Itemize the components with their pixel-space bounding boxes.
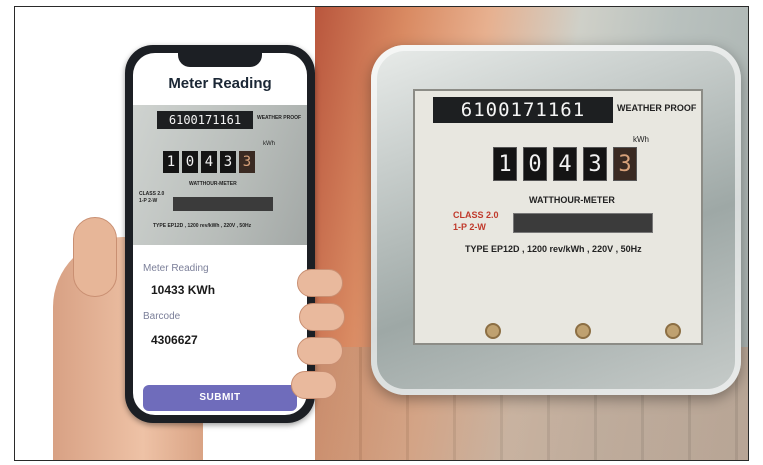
preview-digit: 1	[163, 151, 179, 173]
preview-class: CLASS 2.0 1-P 2-W	[139, 191, 165, 204]
preview-meter-name: WATTHOUR-METER	[189, 181, 237, 187]
page-title: Meter Reading	[168, 75, 272, 92]
screw-icon	[665, 323, 681, 339]
class-line: 1-P 2-W	[453, 222, 486, 232]
counter-digit: 3	[613, 147, 637, 181]
preview-digit: 3	[220, 151, 236, 173]
thumb	[73, 217, 117, 297]
submit-button[interactable]: SUBMIT	[143, 385, 297, 411]
preview-digit: 0	[182, 151, 198, 173]
meter-class: CLASS 2.0 1-P 2-W	[453, 209, 499, 233]
preview-digit: 3	[239, 151, 255, 173]
preview-serial: 6100171161	[157, 111, 253, 129]
preview-disk-window	[173, 197, 273, 211]
counter-digit: 1	[493, 147, 517, 181]
finger	[297, 269, 343, 297]
preview-counter: 1 0 4 3 3	[163, 151, 255, 173]
meter-reading-label: Meter Reading	[143, 263, 209, 274]
illustration-frame: 6100171161 WEATHER PROOF kWh 1 0 4 3 3 W…	[14, 6, 749, 461]
counter-digit: 0	[523, 147, 547, 181]
camera-preview: 6100171161 WEATHER PROOF kWh 1 0 4 3 3 W…	[133, 105, 307, 245]
meter-disk-window	[513, 213, 653, 233]
meter-serial: 6100171161	[433, 97, 613, 123]
counter-digit: 3	[583, 147, 607, 181]
meter-name: WATTHOUR-METER	[529, 195, 615, 205]
meter-type: TYPE EP12D , 1200 rev/kWh , 220V , 50Hz	[465, 244, 642, 254]
meter-reading-value: 10433 KWh	[151, 283, 216, 297]
weather-proof-label: WEATHER PROOF	[617, 103, 697, 113]
screw-icon	[485, 323, 501, 339]
finger	[299, 303, 345, 331]
meter-counter: 1 0 4 3 3	[493, 147, 637, 183]
preview-type: TYPE EP12D , 1200 rev/kWh , 220V , 50Hz	[153, 223, 252, 229]
phone-screen: Meter Reading 6100171161 WEATHER PROOF k…	[133, 53, 307, 415]
finger	[291, 371, 337, 399]
kwh-label: kWh	[633, 135, 649, 144]
finger	[297, 337, 343, 365]
preview-weather-proof: WEATHER PROOF	[257, 115, 302, 121]
smartphone: Meter Reading 6100171161 WEATHER PROOF k…	[125, 45, 315, 423]
preview-kwh-label: kWh	[263, 141, 275, 147]
barcode-value: 4306627	[151, 333, 198, 347]
screw-icon	[575, 323, 591, 339]
preview-digit: 4	[201, 151, 217, 173]
barcode-label: Barcode	[143, 311, 181, 322]
class-line: CLASS 2.0	[453, 210, 499, 220]
phone-notch	[178, 53, 262, 67]
counter-digit: 4	[553, 147, 577, 181]
